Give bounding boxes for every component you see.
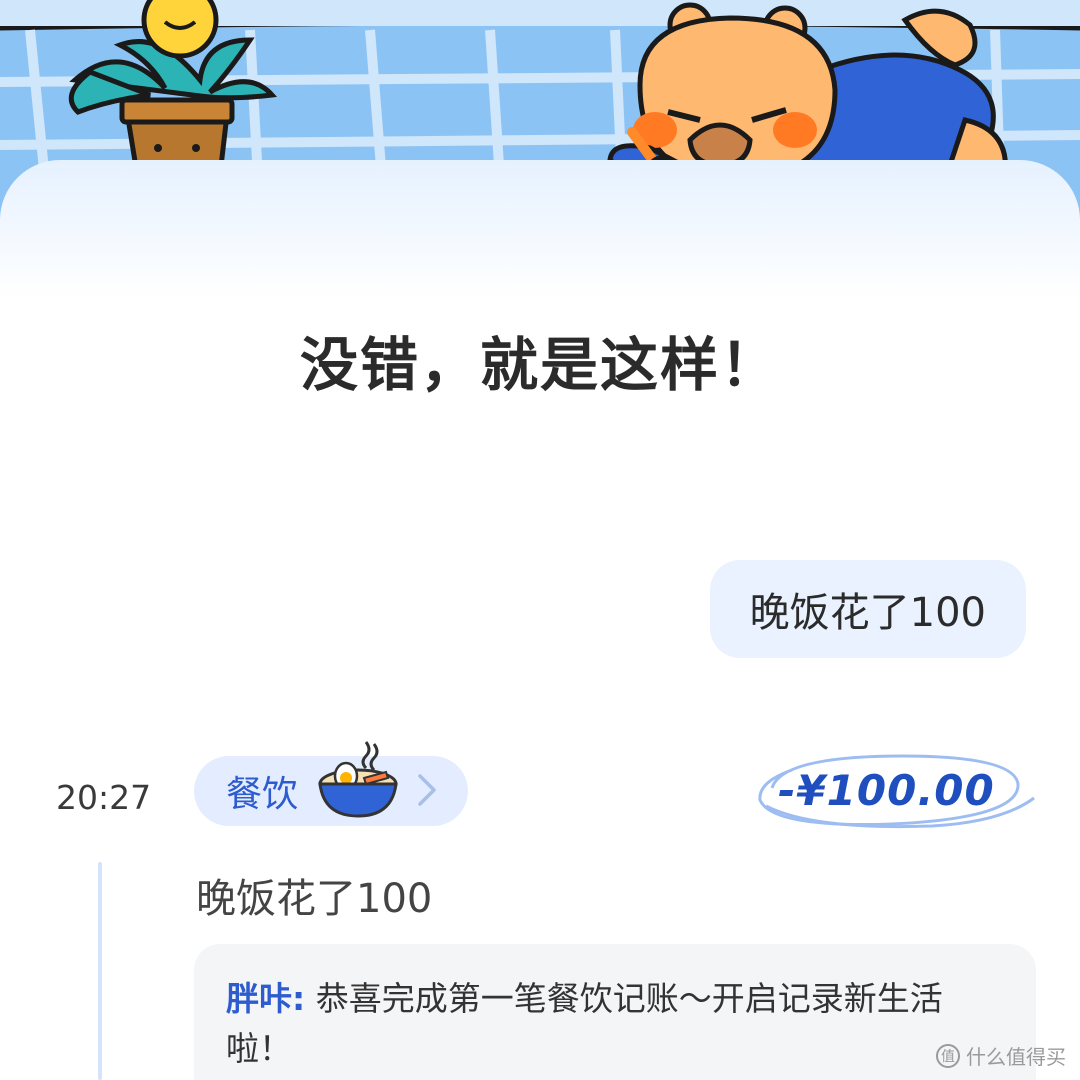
category-chip[interactable]: 餐饮: [194, 741, 468, 826]
watermark-logo-icon: 值: [936, 1043, 960, 1068]
amount-display: -¥100.00: [752, 748, 1042, 838]
assistant-reply-text: 恭喜完成第一笔餐饮记账～开启记录新生活啦！: [226, 979, 943, 1068]
amount-value: -¥100.00: [778, 766, 995, 815]
user-message-bubble: 晚饭花了100: [709, 560, 1026, 658]
assistant-name: 胖咔:: [226, 979, 306, 1018]
watermark-text: 什么值得买: [966, 1045, 1066, 1069]
chevron-right-icon: [418, 774, 436, 806]
entry-time: 20:27: [56, 778, 152, 817]
category-label: 餐饮: [226, 774, 299, 815]
thread-line: [98, 862, 102, 1080]
page-headline: 没错，就是这样！: [299, 331, 780, 399]
watermark: 值 什么值得买: [936, 1041, 1066, 1070]
assistant-reply: 胖咔: 恭喜完成第一笔餐饮记账～开启记录新生活啦！: [194, 944, 1036, 1080]
noodle-bowl-icon: [318, 741, 398, 818]
entry-note: 晚饭花了100: [196, 876, 433, 922]
